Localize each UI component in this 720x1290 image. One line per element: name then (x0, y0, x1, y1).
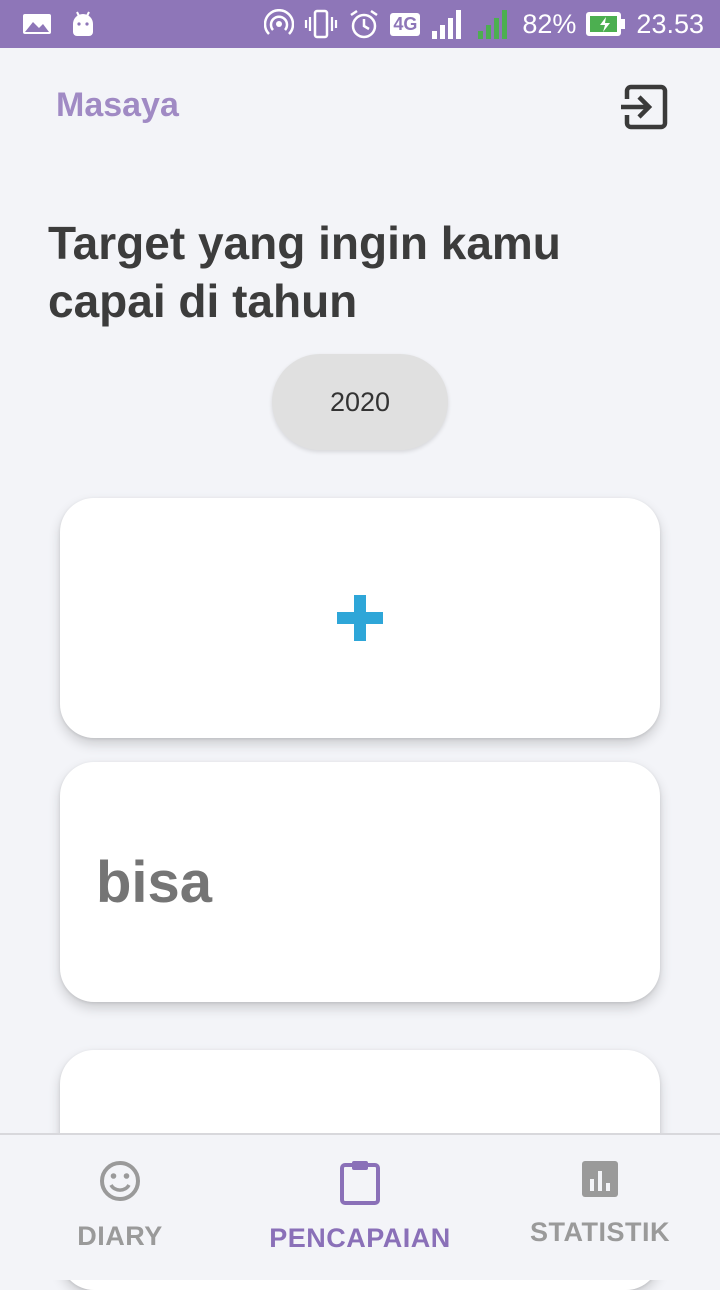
year-selector-button[interactable]: 2020 (272, 354, 448, 450)
nav-diary[interactable]: DIARY (0, 1135, 240, 1280)
battery-charging-icon (586, 11, 626, 37)
signal-sim2-icon (476, 7, 512, 41)
logout-button[interactable] (612, 76, 674, 138)
clock: 23.53 (636, 8, 704, 39)
page-headline: Target yang ingin kamu capai di tahun (48, 217, 561, 327)
nav-statistik[interactable]: STATISTIK (480, 1135, 720, 1280)
alarm-icon (348, 8, 380, 40)
vibrate-icon (304, 9, 338, 39)
nav-pencapaian[interactable]: PENCAPAIAN (240, 1135, 480, 1280)
hotspot-icon (264, 9, 295, 39)
add-target-card[interactable] (60, 498, 660, 738)
plus-icon (337, 595, 383, 641)
signal-sim1-icon (430, 7, 466, 41)
network-type-label: 4G (390, 12, 421, 36)
smiley-icon (100, 1161, 140, 1201)
battery-percent: 82% (522, 8, 577, 39)
nav-pencapaian-label: PENCAPAIAN (269, 1223, 451, 1253)
target-card[interactable]: bisa (60, 762, 660, 1002)
app-title: Masaya (56, 86, 179, 124)
status-bar: 4G 82% 23.53 (0, 0, 720, 48)
clipboard-icon (340, 1161, 380, 1205)
nav-diary-label: DIARY (77, 1221, 163, 1251)
nav-statistik-label: STATISTIK (530, 1217, 670, 1247)
android-notification-icon (70, 10, 96, 38)
exit-to-app-icon (621, 84, 668, 130)
bottom-navigation: DIARY PENCAPAIAN STATISTIK (0, 1133, 720, 1280)
target-text: bisa (96, 849, 213, 915)
gallery-notification-icon (22, 12, 52, 36)
network-type-icon: 4G (390, 12, 421, 36)
bar-chart-icon (582, 1161, 618, 1197)
